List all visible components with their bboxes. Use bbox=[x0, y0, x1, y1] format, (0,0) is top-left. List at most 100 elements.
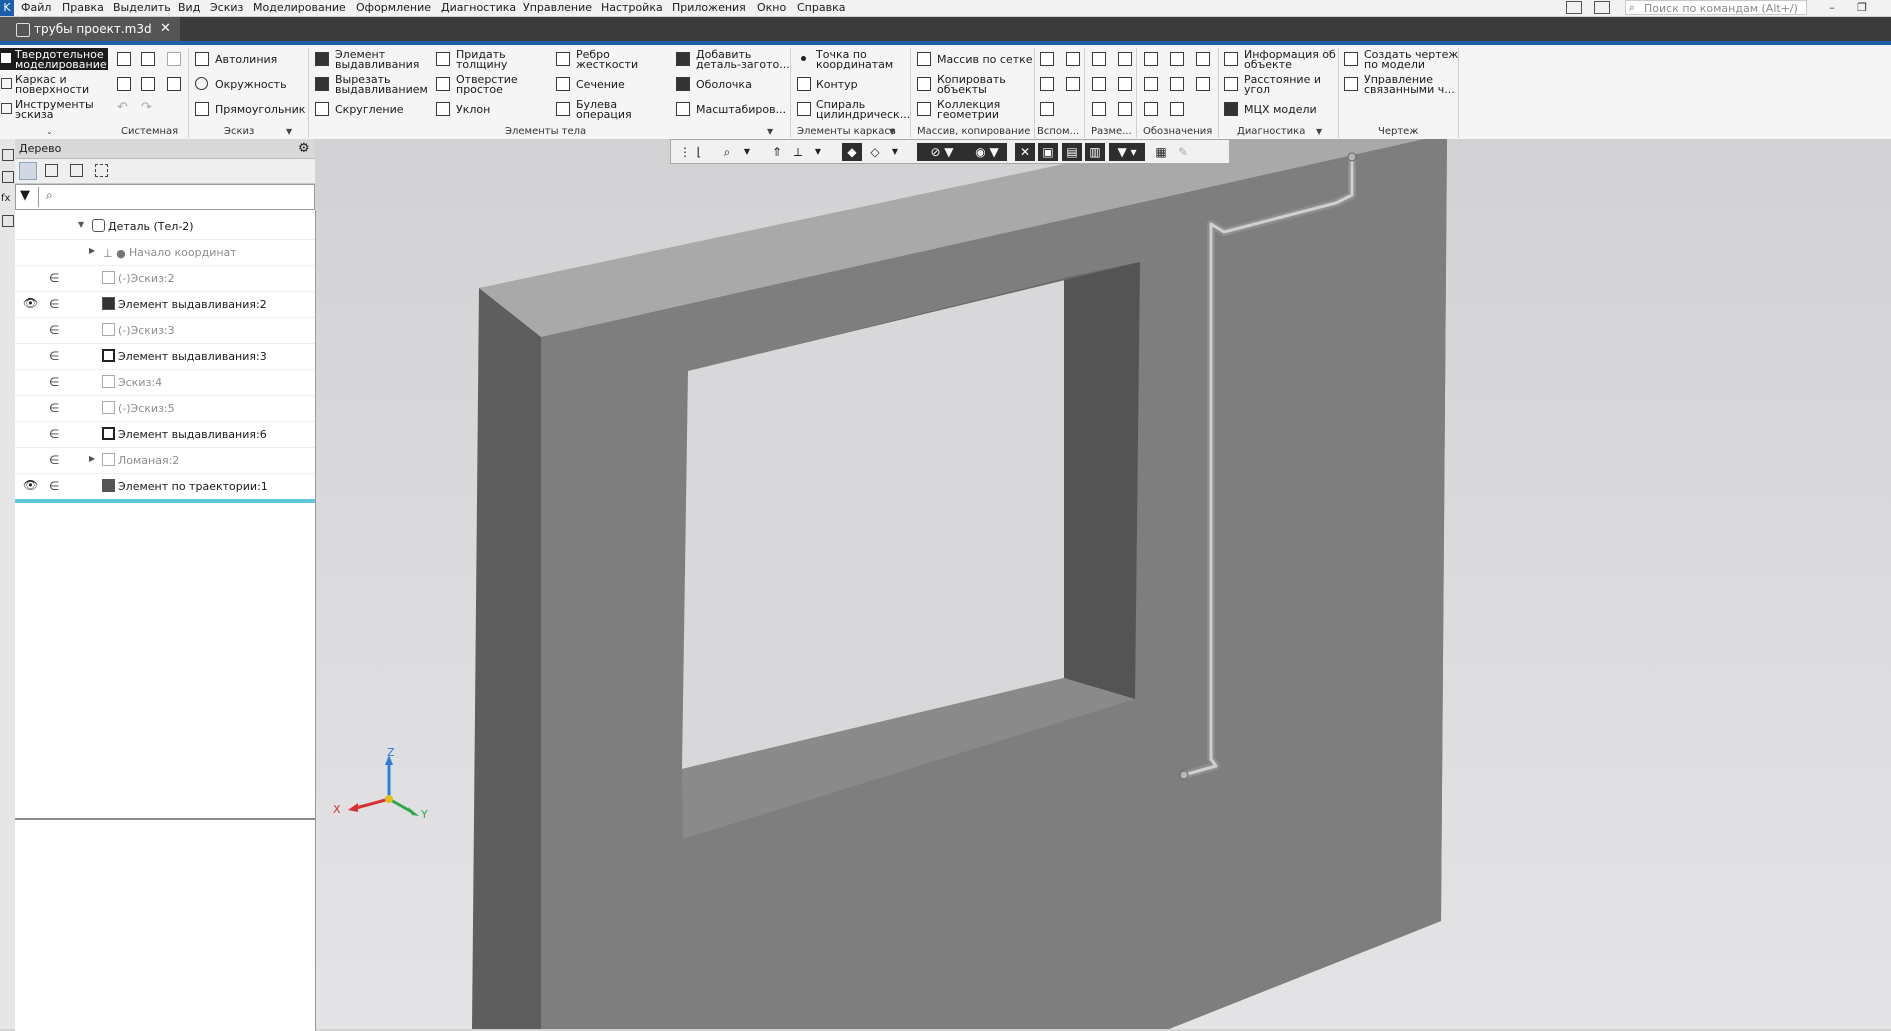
zoom-icon[interactable]: ⌕ bbox=[717, 143, 737, 161]
layers-icon[interactable] bbox=[2, 215, 14, 227]
contour-icon[interactable] bbox=[797, 77, 811, 91]
aux-curve-icon[interactable] bbox=[1040, 102, 1054, 116]
circle-button[interactable]: Окружность bbox=[215, 79, 287, 90]
section-icon[interactable] bbox=[556, 77, 570, 91]
menu-drafting[interactable]: Оформление bbox=[356, 1, 431, 14]
gear-icon[interactable]: ⚙ bbox=[298, 141, 310, 156]
extrude-button[interactable]: Элемент выдавливания bbox=[335, 49, 419, 70]
copy-objects-icon[interactable] bbox=[917, 77, 931, 91]
aux-plane-icon[interactable] bbox=[1040, 52, 1054, 66]
menu-settings[interactable]: Настройка bbox=[601, 1, 663, 14]
marking-icon[interactable] bbox=[1196, 77, 1210, 91]
properties-icon[interactable] bbox=[2, 171, 14, 183]
object-info-icon[interactable] bbox=[1224, 52, 1238, 66]
tree-row-origin[interactable]: ▶ ⊥ ● Начало координат bbox=[15, 239, 315, 266]
thicken-icon[interactable] bbox=[436, 52, 450, 66]
hide-objects-icon[interactable]: ⊘ ▼ bbox=[917, 143, 967, 161]
zoom-dropdown-icon[interactable]: ▼ bbox=[737, 143, 757, 161]
menu-window[interactable]: Окно bbox=[757, 1, 786, 14]
fillet-icon[interactable] bbox=[315, 102, 329, 116]
contour-button[interactable]: Контур bbox=[816, 79, 858, 90]
document-tab[interactable]: трубы проект.m3d ✕ bbox=[0, 17, 180, 41]
frame-group-dropdown-icon[interactable]: ▼ bbox=[889, 127, 895, 136]
helix-button[interactable]: Спираль цилиндрическ... bbox=[816, 99, 910, 120]
include-icon[interactable]: ∈ bbox=[49, 401, 59, 415]
save-as-icon[interactable] bbox=[167, 77, 181, 91]
view-frame-icon[interactable]: ▤ bbox=[1062, 143, 1082, 161]
tree-search-icon[interactable]: ⌕ bbox=[46, 188, 53, 203]
close-tab-icon[interactable]: ✕ bbox=[160, 17, 171, 41]
tree-view-bodies-icon[interactable] bbox=[70, 164, 83, 177]
shell-icon[interactable] bbox=[676, 77, 690, 91]
expand-icon[interactable]: ▶ bbox=[89, 246, 95, 255]
position-mark-icon[interactable] bbox=[1170, 52, 1184, 66]
rib-button[interactable]: Ребро жесткости bbox=[576, 49, 638, 70]
text-note-icon[interactable] bbox=[1170, 102, 1184, 116]
menu-edit[interactable]: Правка bbox=[62, 1, 104, 14]
menu-diagnostics[interactable]: Диагностика bbox=[441, 1, 516, 14]
copy-objects-button[interactable]: Копировать объекты bbox=[937, 74, 1006, 95]
tree-filter-bar[interactable]: ▼ ⌕ bbox=[15, 184, 315, 210]
draft-button[interactable]: Уклон bbox=[456, 104, 490, 115]
fillet-button[interactable]: Скругление bbox=[335, 104, 404, 115]
diameter-dim-icon[interactable] bbox=[1118, 77, 1132, 91]
rib-icon[interactable] bbox=[556, 52, 570, 66]
menu-file[interactable]: Файл bbox=[21, 1, 51, 14]
tree-view-structure-icon[interactable] bbox=[19, 162, 37, 180]
model-scene[interactable] bbox=[316, 139, 1891, 1029]
mass-properties-button[interactable]: МЦХ модели bbox=[1244, 104, 1317, 115]
geometry-collection-button[interactable]: Коллекция геометрии bbox=[937, 99, 1000, 120]
scale-icon[interactable] bbox=[676, 102, 690, 116]
cut-extrude-button[interactable]: Вырезать выдавливанием bbox=[335, 74, 428, 95]
section-view-icon[interactable]: ✕ bbox=[1015, 143, 1035, 161]
include-icon[interactable]: ∈ bbox=[49, 427, 59, 441]
expand-icon[interactable]: ▶ bbox=[89, 454, 95, 463]
leader-icon[interactable] bbox=[1144, 52, 1158, 66]
orient-dropdown-icon[interactable]: ▼ bbox=[808, 143, 828, 161]
menu-help[interactable]: Справка bbox=[797, 1, 845, 14]
tree-view-history-icon[interactable] bbox=[45, 164, 58, 177]
boolean-button[interactable]: Булева операция bbox=[576, 99, 632, 120]
point-icon[interactable] bbox=[801, 56, 806, 61]
sketch-group-dropdown-icon[interactable]: ▼ bbox=[286, 127, 292, 136]
menu-apps[interactable]: Приложения bbox=[672, 1, 746, 14]
point-by-coords-button[interactable]: Точка по координатам bbox=[816, 49, 893, 70]
geometry-collection-icon[interactable] bbox=[917, 102, 931, 116]
command-search-input[interactable]: Поиск по командам (Alt+/) bbox=[1625, 0, 1807, 15]
save-file-icon[interactable] bbox=[167, 52, 181, 66]
linked-drawings-button[interactable]: Управление связанными ч... bbox=[1364, 74, 1455, 95]
include-icon[interactable]: ∈ bbox=[49, 271, 59, 285]
aux-line-icon[interactable] bbox=[1040, 77, 1054, 91]
variables-icon[interactable]: fx bbox=[1, 193, 10, 204]
tree-view-select-icon[interactable] bbox=[95, 164, 108, 177]
include-icon[interactable]: ∈ bbox=[49, 375, 59, 389]
print-icon[interactable] bbox=[117, 77, 131, 91]
polyline-icon[interactable] bbox=[195, 52, 209, 66]
tree-row-extrude-6[interactable]: ∈ Элемент выдавливания:6 bbox=[15, 421, 315, 448]
open-file-icon[interactable] bbox=[141, 52, 155, 66]
new-file-icon[interactable] bbox=[117, 52, 131, 66]
boolean-icon[interactable] bbox=[556, 102, 570, 116]
eye-icon[interactable]: 👁 bbox=[23, 296, 38, 310]
draft-icon[interactable] bbox=[436, 102, 450, 116]
include-icon[interactable]: ∈ bbox=[49, 323, 59, 337]
radial-dim-icon[interactable] bbox=[1092, 77, 1106, 91]
tolerance-icon[interactable] bbox=[1170, 77, 1184, 91]
tree-row-sketch-5[interactable]: ∈ (-)Эскиз:5 bbox=[15, 395, 315, 422]
include-icon[interactable]: ∈ bbox=[49, 479, 59, 493]
section-button[interactable]: Сечение bbox=[576, 79, 625, 90]
tree-row-sweep-1[interactable]: 👁 ∈ Элемент по траектории:1 bbox=[15, 473, 315, 503]
mass-properties-icon[interactable] bbox=[1224, 102, 1238, 116]
rectangle-icon[interactable] bbox=[195, 102, 209, 116]
cut-extrude-icon[interactable] bbox=[315, 77, 329, 91]
tree-row-sketch-4[interactable]: ∈ Эскиз:4 bbox=[15, 369, 315, 396]
preview-icon[interactable] bbox=[141, 77, 155, 91]
autoline-button[interactable]: Автолиния bbox=[215, 54, 277, 65]
pan-icon[interactable]: ⇑ bbox=[767, 143, 787, 161]
restore-icon[interactable]: ❐ bbox=[1852, 0, 1872, 16]
shaded-view-icon[interactable]: ◆ bbox=[842, 143, 862, 161]
create-drawing-button[interactable]: Создать чертеж по модели bbox=[1364, 49, 1458, 70]
pencil-icon[interactable]: ✎ bbox=[1173, 143, 1193, 161]
display-mode-icon[interactable]: ◇ bbox=[865, 143, 885, 161]
menu-modeling[interactable]: Моделирование bbox=[253, 1, 346, 14]
